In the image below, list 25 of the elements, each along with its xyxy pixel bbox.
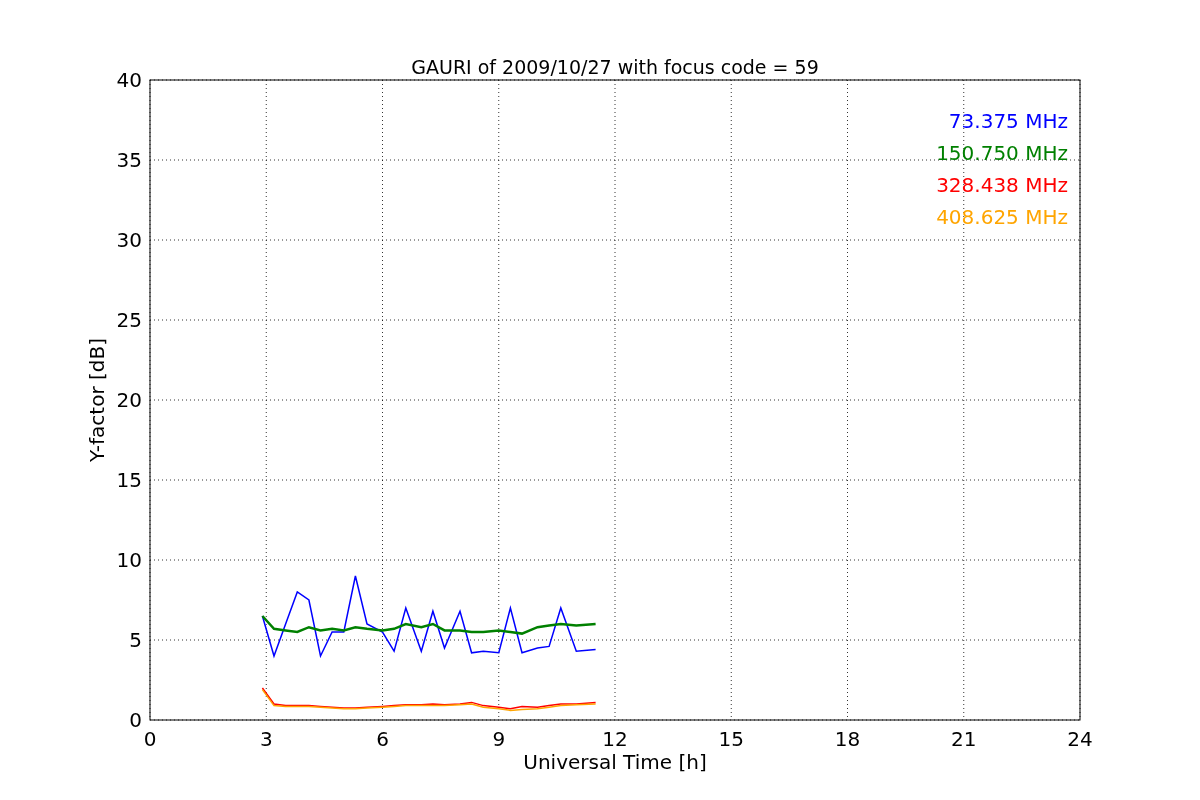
tick-label: 3: [259, 727, 273, 751]
tick-label: 15: [116, 468, 142, 492]
tick-label: 40: [116, 68, 142, 92]
legend-label: 73.375 MHz: [948, 109, 1068, 133]
tick-label: 25: [116, 308, 142, 332]
legend-label: 408.625 MHz: [936, 205, 1068, 229]
chart-title: GAURI of 2009/10/27 with focus code = 59: [411, 56, 819, 78]
tick-label: 12: [602, 727, 628, 751]
axis-label: Y-factor [dB]: [85, 338, 109, 462]
tick-label: 5: [129, 628, 142, 652]
tick-label: 21: [951, 727, 977, 751]
tick-label: 6: [376, 727, 389, 751]
tick-label: 20: [116, 388, 142, 412]
tick-label: 9: [492, 727, 506, 751]
axis-label: Universal Time [h]: [523, 750, 707, 774]
legend-label: 150.750 MHz: [936, 141, 1068, 165]
tick-label: 30: [116, 228, 142, 252]
legend-label: 328.438 MHz: [936, 173, 1068, 197]
tick-label: 15: [718, 727, 744, 751]
tick-label: 0: [143, 727, 157, 751]
tick-label: 35: [116, 148, 142, 172]
tick-label: 10: [116, 548, 142, 572]
tick-label: 18: [834, 727, 861, 751]
tick-label: 0: [129, 708, 142, 732]
tick-label: 24: [1067, 727, 1093, 751]
